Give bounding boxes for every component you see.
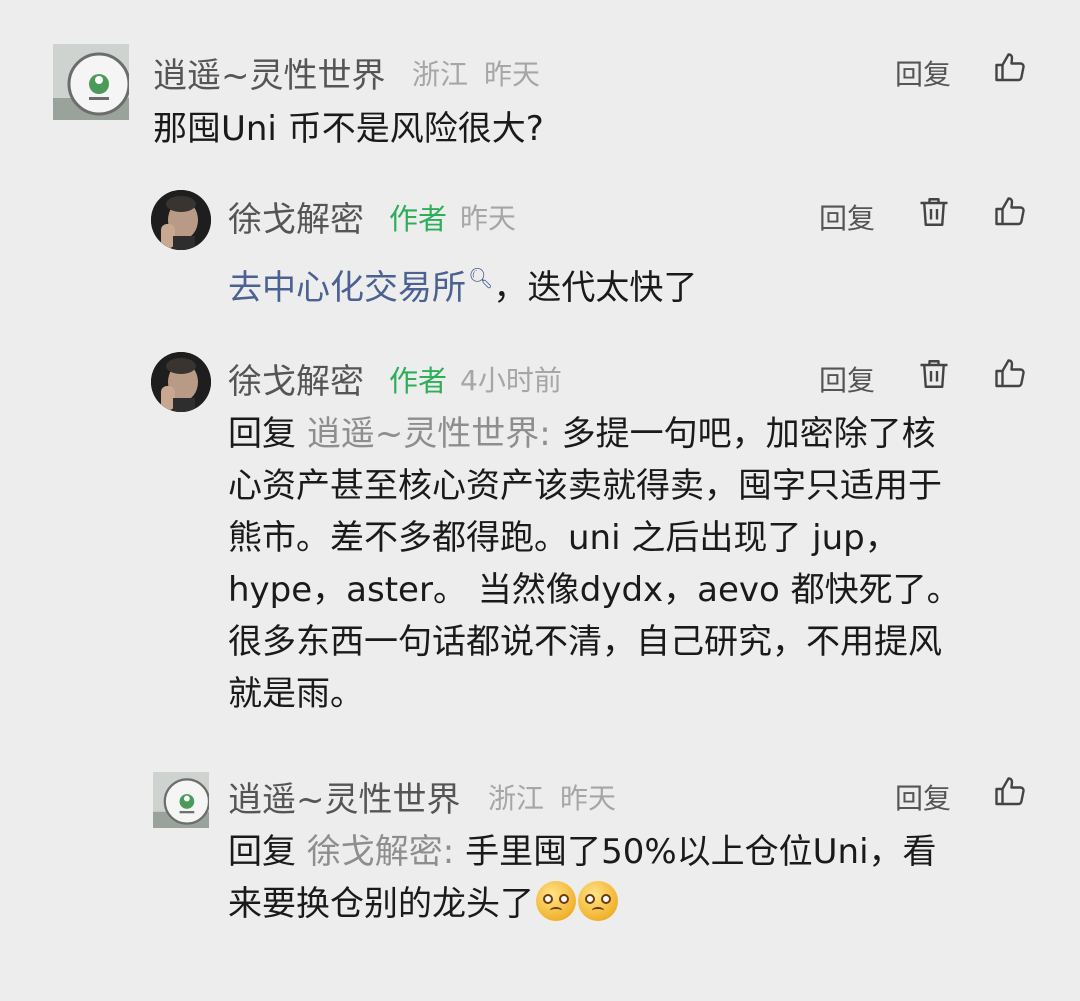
reply-button[interactable]: 回复 [819,197,875,237]
comment-username[interactable]: 徐戈解密 [228,354,364,403]
woozy-face-emoji [536,881,576,921]
search-icon[interactable]: 🔍︎ [468,266,493,290]
comment-time: 4小时前 [460,364,562,397]
reply-button[interactable]: 回复 [895,777,951,817]
reply-button[interactable]: 回复 [819,359,875,399]
comment-location: 浙江 [412,58,469,91]
comment-username[interactable]: 逍遥~灵性世界 [153,48,386,97]
comment-text: 去中心化交易所 🔍︎，迭代太快了 [228,266,698,308]
avatar[interactable] [151,352,211,412]
comment-time: 昨天 [484,58,541,91]
comment-text: 那囤Uni 币不是风险很大? [153,109,544,149]
woozy-face-emoji [578,881,618,921]
comment-time: 昨天 [460,202,517,235]
reply-target[interactable]: 徐戈解密: [307,832,454,872]
comment-text: 回复 徐戈解密: 手里囤了50%以上仓位Uni，看 来要换仓别的龙头了 [228,832,937,924]
trash-icon[interactable] [916,194,952,230]
thumbs-up-icon[interactable] [992,356,1028,392]
avatar[interactable] [151,190,211,250]
avatar[interactable] [53,44,129,120]
comment-location: 浙江 [488,782,545,815]
comment-username[interactable]: 徐戈解密 [228,192,364,241]
avatar[interactable] [153,772,209,828]
thumbs-up-icon[interactable] [992,50,1028,86]
author-badge: 作者 [389,202,448,236]
comment-username[interactable]: 逍遥~灵性世界 [228,772,461,821]
comment-time: 昨天 [560,782,617,815]
search-link[interactable]: 去中心化交易所 [228,268,466,308]
author-badge: 作者 [389,364,448,398]
thumbs-up-icon[interactable] [992,774,1028,810]
comment-text: 回复 逍遥~灵性世界: 多提一句吧，加密除了核 心资产甚至核心资产该卖就得卖，囤… [228,414,961,714]
reply-button[interactable]: 回复 [895,53,951,93]
thumbs-up-icon[interactable] [992,194,1028,230]
trash-icon[interactable] [916,356,952,392]
reply-target[interactable]: 逍遥~灵性世界: [307,414,551,454]
